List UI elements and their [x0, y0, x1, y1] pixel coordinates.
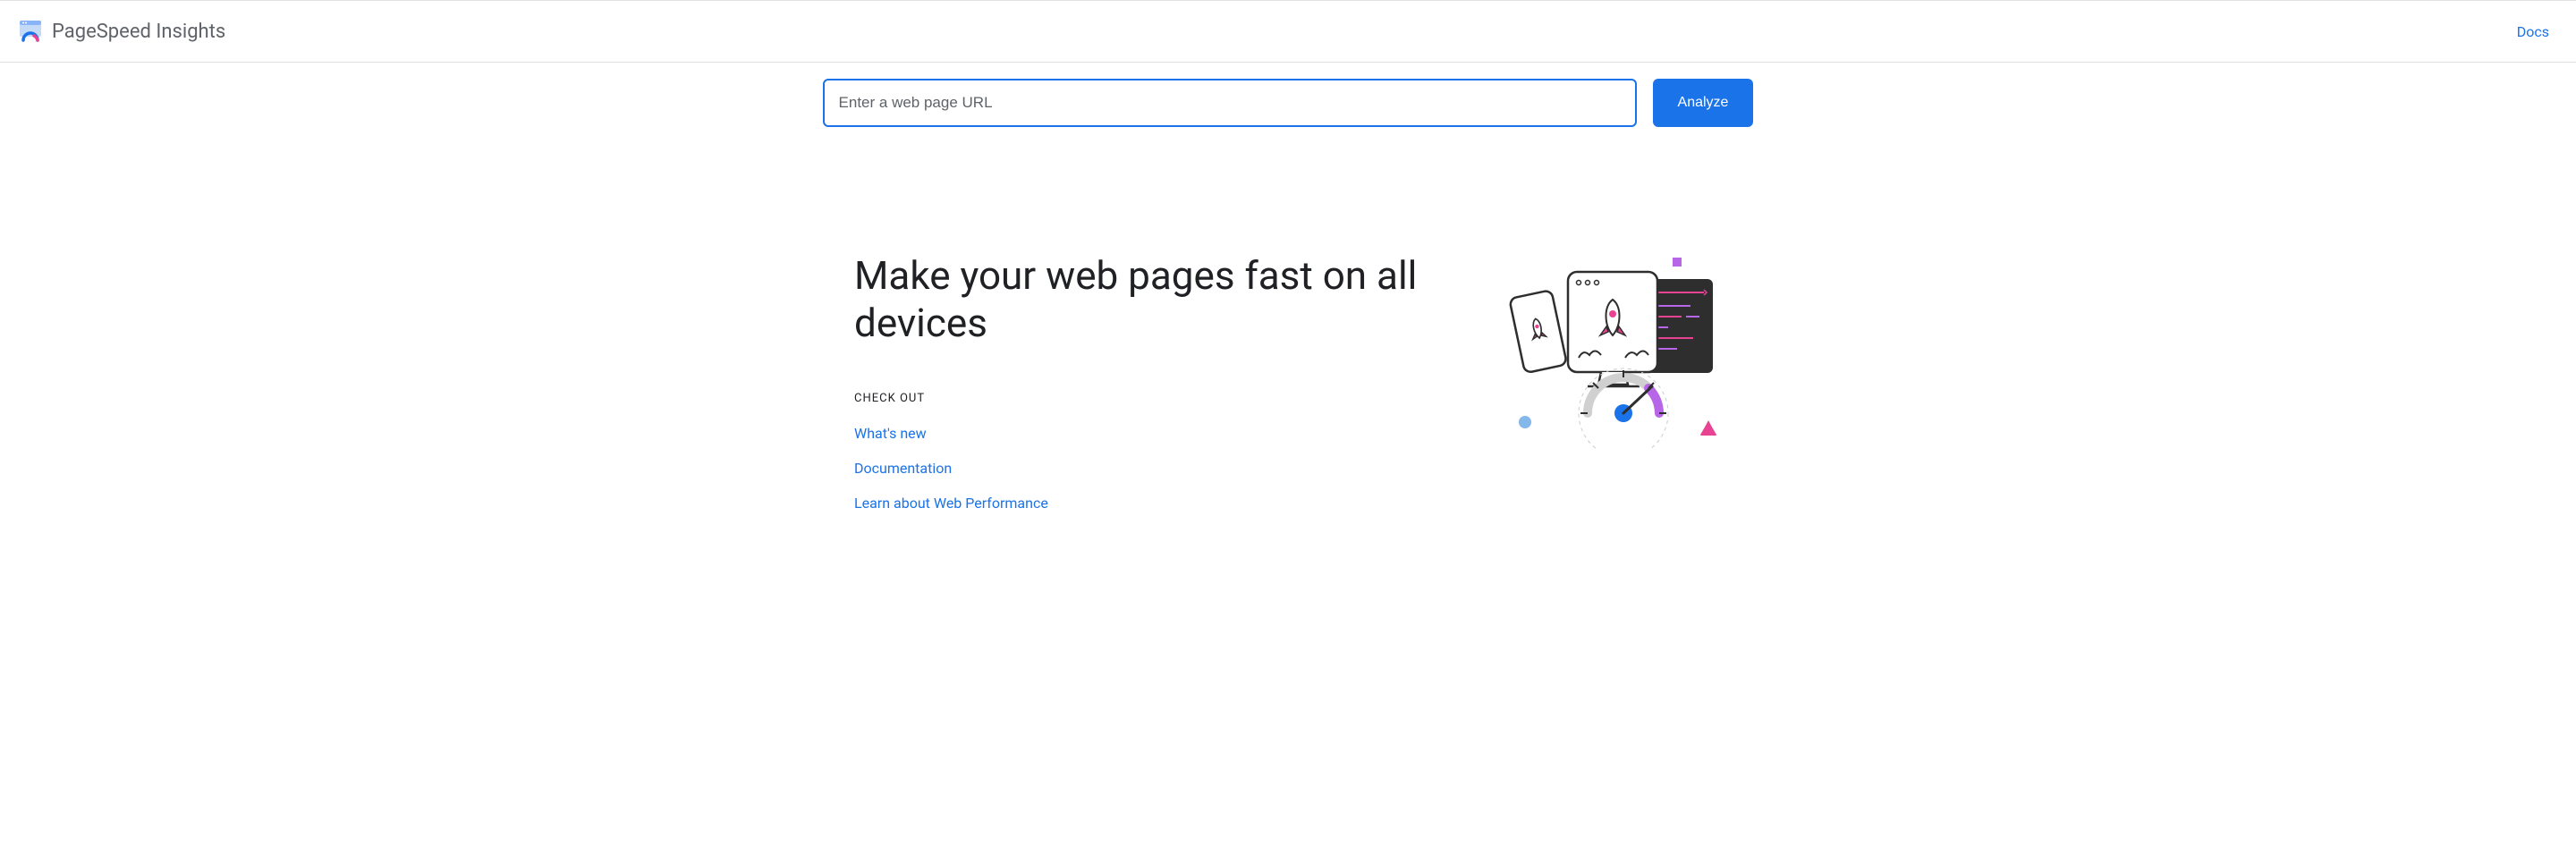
link-list: What's new Documentation Learn about Web… [854, 425, 1445, 512]
hero-illustration [1498, 252, 1722, 449]
text-section: Make your web pages fast on all devices … [854, 252, 1445, 529]
list-item: Documentation [854, 460, 1445, 477]
brand-title: PageSpeed Insights [52, 21, 225, 43]
web-performance-link[interactable]: Learn about Web Performance [854, 495, 1048, 512]
pagespeed-logo-icon [18, 19, 43, 44]
headline: Make your web pages fast on all devices [854, 252, 1445, 347]
main-content: Make your web pages fast on all devices … [836, 252, 1740, 529]
list-item: Learn about Web Performance [854, 495, 1445, 512]
url-input[interactable] [823, 79, 1637, 127]
search-form: Analyze [0, 79, 2576, 127]
brand[interactable]: PageSpeed Insights [18, 19, 225, 44]
header: PageSpeed Insights Docs [0, 0, 2576, 63]
docs-link[interactable]: Docs [2517, 23, 2549, 40]
documentation-link[interactable]: Documentation [854, 460, 952, 477]
whats-new-link[interactable]: What's new [854, 425, 927, 442]
list-item: What's new [854, 425, 1445, 442]
checkout-label: CHECK OUT [854, 392, 1445, 405]
analyze-button[interactable]: Analyze [1653, 79, 1754, 127]
